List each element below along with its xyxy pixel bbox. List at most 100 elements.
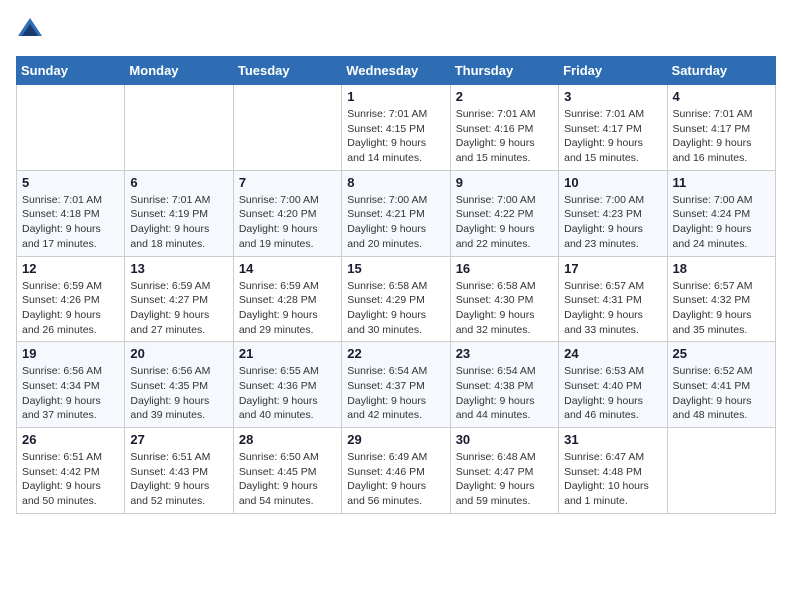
calendar-day-cell: 10 Sunrise: 7:00 AM Sunset: 4:23 PM Dayli… <box>559 170 667 256</box>
day-info: Sunrise: 6:59 AM Sunset: 4:28 PM Dayligh… <box>239 279 336 338</box>
day-number: 3 <box>564 89 661 104</box>
day-info: Sunrise: 7:00 AM Sunset: 4:24 PM Dayligh… <box>673 193 770 252</box>
calendar-day-cell: 7Sunrise: 7:00 AM Sunset: 4:20 PM Daylig… <box>233 170 341 256</box>
weekday-header: Saturday <box>667 57 775 85</box>
day-number: 31 <box>564 432 661 447</box>
day-number: 19 <box>22 346 119 361</box>
day-info: Sunrise: 6:47 AM Sunset: 4:48 PM Dayligh… <box>564 450 661 509</box>
day-number: 21 <box>239 346 336 361</box>
calendar-body: 1 Sunrise: 7:01 AM Sunset: 4:15 PM Daylig… <box>17 85 776 514</box>
calendar-day-cell <box>667 428 775 514</box>
calendar-day-cell: 9 Sunrise: 7:00 AM Sunset: 4:22 PM Daylig… <box>450 170 558 256</box>
weekday-header: Monday <box>125 57 233 85</box>
calendar-header: SundayMondayTuesdayWednesdayThursdayFrid… <box>17 57 776 85</box>
day-number: 6 <box>130 175 227 190</box>
calendar-day-cell: 18 Sunrise: 6:57 AM Sunset: 4:32 PM Dayli… <box>667 256 775 342</box>
day-info: Sunrise: 7:01 AM Sunset: 4:15 PM Dayligh… <box>347 107 444 166</box>
calendar-day-cell: 15 Sunrise: 6:58 AM Sunset: 4:29 PM Dayli… <box>342 256 450 342</box>
day-info: Sunrise: 6:58 AM Sunset: 4:29 PM Dayligh… <box>347 279 444 338</box>
calendar-day-cell: 26 Sunrise: 6:51 AM Sunset: 4:42 PM Dayli… <box>17 428 125 514</box>
calendar-day-cell: 21 Sunrise: 6:55 AM Sunset: 4:36 PM Dayli… <box>233 342 341 428</box>
weekday-header: Sunday <box>17 57 125 85</box>
day-number: 22 <box>347 346 444 361</box>
day-number: 15 <box>347 261 444 276</box>
calendar-day-cell: 12 Sunrise: 6:59 AM Sunset: 4:26 PM Dayli… <box>17 256 125 342</box>
calendar-day-cell: 22 Sunrise: 6:54 AM Sunset: 4:37 PM Dayli… <box>342 342 450 428</box>
calendar-day-cell: 19 Sunrise: 6:56 AM Sunset: 4:34 PM Dayli… <box>17 342 125 428</box>
day-info: Sunrise: 6:57 AM Sunset: 4:32 PM Dayligh… <box>673 279 770 338</box>
day-info: Sunrise: 6:49 AM Sunset: 4:46 PM Dayligh… <box>347 450 444 509</box>
day-number: 20 <box>130 346 227 361</box>
day-number: 27 <box>130 432 227 447</box>
day-info: Sunrise: 6:54 AM Sunset: 4:38 PM Dayligh… <box>456 364 553 423</box>
day-number: 2 <box>456 89 553 104</box>
calendar-week: 5 Sunrise: 7:01 AM Sunset: 4:18 PM Daylig… <box>17 170 776 256</box>
day-info: Sunrise: 6:53 AM Sunset: 4:40 PM Dayligh… <box>564 364 661 423</box>
day-info: Sunrise: 7:00 AM Sunset: 4:22 PM Dayligh… <box>456 193 553 252</box>
calendar-day-cell: 28 Sunrise: 6:50 AM Sunset: 4:45 PM Dayli… <box>233 428 341 514</box>
day-info: Sunrise: 6:56 AM Sunset: 4:35 PM Dayligh… <box>130 364 227 423</box>
day-number: 7 <box>239 175 336 190</box>
day-number: 26 <box>22 432 119 447</box>
day-info: Sunrise: 7:01 AM Sunset: 4:19 PM Dayligh… <box>130 193 227 252</box>
day-info: Sunrise: 6:54 AM Sunset: 4:37 PM Dayligh… <box>347 364 444 423</box>
day-number: 29 <box>347 432 444 447</box>
day-info: Sunrise: 7:01 AM Sunset: 4:17 PM Dayligh… <box>564 107 661 166</box>
day-number: 12 <box>22 261 119 276</box>
weekday-header: Friday <box>559 57 667 85</box>
day-number: 18 <box>673 261 770 276</box>
calendar-day-cell: 3 Sunrise: 7:01 AM Sunset: 4:17 PM Daylig… <box>559 85 667 171</box>
calendar-day-cell: 13 Sunrise: 6:59 AM Sunset: 4:27 PM Dayli… <box>125 256 233 342</box>
calendar-day-cell: 20 Sunrise: 6:56 AM Sunset: 4:35 PM Dayli… <box>125 342 233 428</box>
day-number: 9 <box>456 175 553 190</box>
day-number: 23 <box>456 346 553 361</box>
calendar-day-cell: 14 Sunrise: 6:59 AM Sunset: 4:28 PM Dayli… <box>233 256 341 342</box>
day-number: 25 <box>673 346 770 361</box>
weekday-header: Tuesday <box>233 57 341 85</box>
calendar-day-cell: 30Sunrise: 6:48 AM Sunset: 4:47 PM Dayli… <box>450 428 558 514</box>
calendar-week: 26 Sunrise: 6:51 AM Sunset: 4:42 PM Dayli… <box>17 428 776 514</box>
calendar-day-cell: 5 Sunrise: 7:01 AM Sunset: 4:18 PM Daylig… <box>17 170 125 256</box>
day-number: 5 <box>22 175 119 190</box>
day-info: Sunrise: 7:01 AM Sunset: 4:16 PM Dayligh… <box>456 107 553 166</box>
logo-icon <box>16 16 44 44</box>
calendar-day-cell <box>125 85 233 171</box>
calendar-day-cell: 31 Sunrise: 6:47 AM Sunset: 4:48 PM Dayli… <box>559 428 667 514</box>
day-info: Sunrise: 6:55 AM Sunset: 4:36 PM Dayligh… <box>239 364 336 423</box>
day-info: Sunrise: 6:51 AM Sunset: 4:42 PM Dayligh… <box>22 450 119 509</box>
calendar-week: 19 Sunrise: 6:56 AM Sunset: 4:34 PM Dayli… <box>17 342 776 428</box>
day-number: 1 <box>347 89 444 104</box>
day-info: Sunrise: 6:50 AM Sunset: 4:45 PM Dayligh… <box>239 450 336 509</box>
day-number: 28 <box>239 432 336 447</box>
day-info: Sunrise: 6:58 AM Sunset: 4:30 PM Dayligh… <box>456 279 553 338</box>
page-header <box>16 16 776 44</box>
day-number: 11 <box>673 175 770 190</box>
day-number: 14 <box>239 261 336 276</box>
calendar-day-cell: 23 Sunrise: 6:54 AM Sunset: 4:38 PM Dayli… <box>450 342 558 428</box>
day-info: Sunrise: 6:52 AM Sunset: 4:41 PM Dayligh… <box>673 364 770 423</box>
day-info: Sunrise: 6:59 AM Sunset: 4:27 PM Dayligh… <box>130 279 227 338</box>
day-info: Sunrise: 6:59 AM Sunset: 4:26 PM Dayligh… <box>22 279 119 338</box>
calendar-day-cell: 6 Sunrise: 7:01 AM Sunset: 4:19 PM Daylig… <box>125 170 233 256</box>
day-number: 13 <box>130 261 227 276</box>
calendar-day-cell: 24Sunrise: 6:53 AM Sunset: 4:40 PM Dayli… <box>559 342 667 428</box>
day-info: Sunrise: 6:56 AM Sunset: 4:34 PM Dayligh… <box>22 364 119 423</box>
day-number: 16 <box>456 261 553 276</box>
logo <box>16 16 48 44</box>
calendar-day-cell: 1 Sunrise: 7:01 AM Sunset: 4:15 PM Daylig… <box>342 85 450 171</box>
calendar-day-cell: 27Sunrise: 6:51 AM Sunset: 4:43 PM Dayli… <box>125 428 233 514</box>
day-info: Sunrise: 7:00 AM Sunset: 4:21 PM Dayligh… <box>347 193 444 252</box>
weekday-header: Thursday <box>450 57 558 85</box>
day-info: Sunrise: 6:48 AM Sunset: 4:47 PM Dayligh… <box>456 450 553 509</box>
calendar-day-cell: 2 Sunrise: 7:01 AM Sunset: 4:16 PM Daylig… <box>450 85 558 171</box>
calendar-day-cell: 17Sunrise: 6:57 AM Sunset: 4:31 PM Dayli… <box>559 256 667 342</box>
calendar-day-cell: 29 Sunrise: 6:49 AM Sunset: 4:46 PM Dayli… <box>342 428 450 514</box>
weekday-header: Wednesday <box>342 57 450 85</box>
day-info: Sunrise: 6:57 AM Sunset: 4:31 PM Dayligh… <box>564 279 661 338</box>
calendar-day-cell <box>17 85 125 171</box>
calendar-day-cell: 16 Sunrise: 6:58 AM Sunset: 4:30 PM Dayli… <box>450 256 558 342</box>
day-info: Sunrise: 7:01 AM Sunset: 4:17 PM Dayligh… <box>673 107 770 166</box>
day-number: 10 <box>564 175 661 190</box>
day-info: Sunrise: 7:00 AM Sunset: 4:23 PM Dayligh… <box>564 193 661 252</box>
day-info: Sunrise: 7:01 AM Sunset: 4:18 PM Dayligh… <box>22 193 119 252</box>
